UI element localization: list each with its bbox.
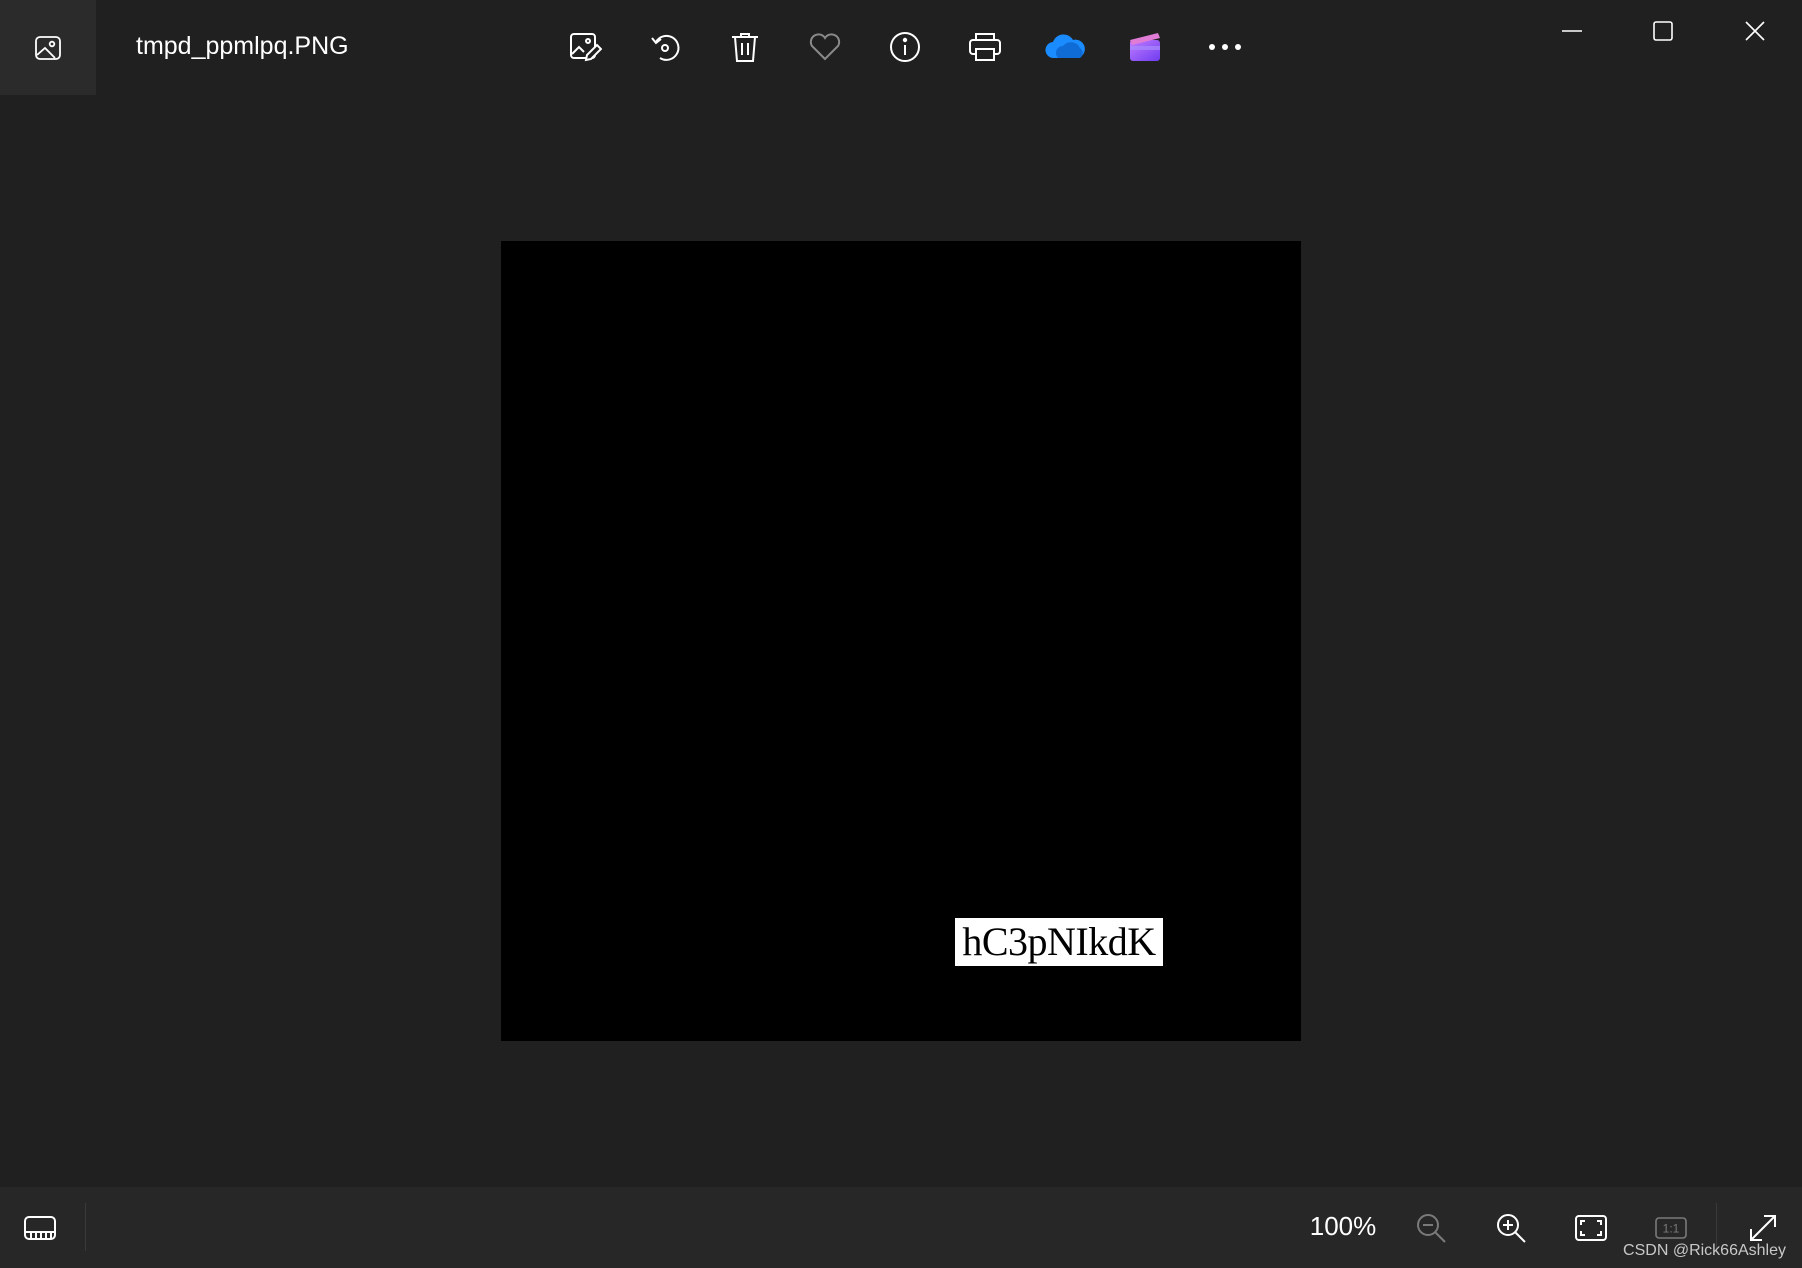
image-overlay-text: hC3pNIkdK [955, 918, 1163, 966]
fit-to-window-icon [1574, 1214, 1608, 1242]
zoom-in-button[interactable] [1484, 1201, 1538, 1255]
more-button[interactable] [1198, 20, 1252, 74]
delete-button[interactable] [718, 20, 772, 74]
file-name: tmpd_ppmlpq.PNG [136, 32, 349, 60]
minimize-button[interactable] [1532, 8, 1612, 54]
zoom-in-icon [1495, 1212, 1527, 1244]
fit-to-window-button[interactable] [1564, 1201, 1618, 1255]
filmstrip-icon [23, 1214, 57, 1242]
displayed-image: hC3pNIkdK [501, 241, 1301, 1041]
actual-size-icon: 1:1 [1654, 1216, 1688, 1240]
trash-icon [729, 30, 761, 64]
rotate-button[interactable] [638, 20, 692, 74]
maximize-button[interactable] [1623, 8, 1703, 54]
minimize-icon [1561, 29, 1583, 33]
clipchamp-button[interactable] [1118, 20, 1172, 74]
onedrive-cloud-icon [1044, 32, 1086, 62]
heart-icon [808, 32, 842, 62]
zoom-out-button[interactable] [1404, 1201, 1458, 1255]
app-icon-button[interactable] [0, 0, 96, 95]
bottom-divider-left [85, 1203, 86, 1251]
rotate-icon [648, 30, 682, 64]
fullscreen-icon [1747, 1212, 1779, 1244]
more-horizontal-icon [1208, 43, 1242, 51]
print-button[interactable] [958, 20, 1012, 74]
info-icon [888, 30, 922, 64]
onedrive-button[interactable] [1038, 20, 1092, 74]
edit-image-button[interactable] [558, 20, 612, 74]
close-icon [1744, 20, 1766, 42]
printer-icon [967, 30, 1003, 64]
edit-image-icon [568, 30, 602, 64]
photos-app-icon [33, 33, 63, 63]
info-button[interactable] [878, 20, 932, 74]
zoom-level[interactable]: 100% [1300, 1211, 1386, 1242]
image-viewer[interactable]: hC3pNIkdK [0, 95, 1802, 1187]
actual-size-label: 1:1 [1663, 1222, 1680, 1236]
filmstrip-button[interactable] [13, 1201, 67, 1255]
clipchamp-icon [1128, 30, 1162, 64]
close-button[interactable] [1715, 8, 1795, 54]
bottom-bar: 100% 1:1 CSDN @Rick66Ashley [0, 1187, 1802, 1268]
title-bar: tmpd_ppmlpq.PNG [0, 0, 1802, 95]
photos-window: tmpd_ppmlpq.PNG hC3pNIkdK 100% 1:1 CSDN … [0, 0, 1802, 1268]
favorite-button[interactable] [798, 20, 852, 74]
maximize-icon [1652, 20, 1674, 42]
zoom-out-icon [1415, 1212, 1447, 1244]
watermark-text: CSDN @Rick66Ashley [1623, 1242, 1786, 1259]
